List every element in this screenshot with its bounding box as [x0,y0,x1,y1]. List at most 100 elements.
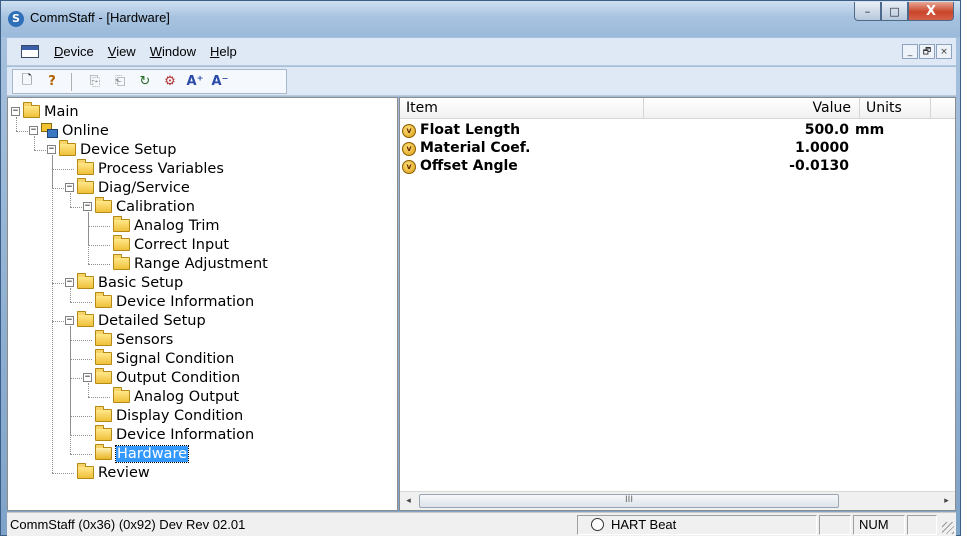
tree-item[interactable]: Correct Input [113,235,229,254]
list-row[interactable]: v Material Coef. 1.0000 [400,140,955,158]
tree-item-label: Review [98,464,150,481]
tree-item-label: Device Information [116,426,255,443]
tree-item-label: Hardware [114,444,190,463]
tree-connector [34,149,48,151]
tree-item[interactable]: Display Condition [95,406,243,425]
title-bar[interactable]: S CommStaff - [Hardware] – □ X [1,1,960,37]
menu-window[interactable]: Window [143,44,203,59]
column-separator[interactable] [930,98,931,119]
mdi-close-button[interactable]: × [936,44,952,59]
row-value: 500.0 [804,122,849,138]
folder-icon [95,406,112,422]
tree-item-label: Device Setup [80,141,177,158]
folder-icon [77,463,94,479]
column-units[interactable]: Units [866,100,902,116]
tree-connector [52,168,74,170]
menu-view-rest: iew [116,44,136,59]
tree-collapse-icon[interactable]: − [83,373,92,382]
status-heartbeat: HART Beat [611,517,677,532]
menu-view-mnemonic: V [107,44,117,59]
tree-item-label: Diag/Service [98,179,190,196]
tree-item[interactable]: − Detailed Setup [65,311,206,330]
tree-collapse-icon[interactable]: − [47,145,56,154]
variable-icon: v [402,160,416,174]
column-item[interactable]: Item [406,100,438,116]
status-bar: CommStaff (0x36) (0x92) Dev Rev 02.01 HA… [7,512,956,536]
font-increase-icon[interactable]: A⁺ [184,72,206,92]
tree-item-label: Basic Setup [98,274,184,291]
scroll-right-icon[interactable]: ▸ [938,492,955,510]
tree-collapse-icon[interactable]: − [65,278,74,287]
column-value[interactable]: Value [813,100,851,116]
refresh-icon[interactable]: ↻ [134,72,156,92]
horizontal-scrollbar[interactable]: ◂ III ▸ [400,491,955,510]
tree-item[interactable]: − Basic Setup [65,273,183,292]
menu-device[interactable]: Device [47,44,101,59]
list-row[interactable]: v Float Length 500.0 mm [400,122,955,140]
tree-item[interactable]: − Calibration [83,197,195,216]
resize-grip-icon[interactable] [942,522,954,534]
folder-icon [95,425,112,441]
disconnect-icon[interactable]: ⎘ [84,72,106,92]
tree-item[interactable]: − Device Setup [47,140,176,159]
tree-item[interactable]: Process Variables [77,159,224,178]
new-icon[interactable]: 🗋 [16,72,38,92]
tree-collapse-icon[interactable]: − [83,202,92,211]
tree-connector [16,130,30,132]
column-separator[interactable] [643,98,644,119]
tree-item[interactable]: Analog Output [113,387,239,406]
column-separator[interactable] [859,98,860,119]
help-icon[interactable]: ? [41,72,63,92]
menu-view[interactable]: View [101,44,143,59]
tree-item-label: Range Adjustment [134,255,268,272]
menu-help[interactable]: Help [203,44,244,59]
tree-item-label: Signal Condition [116,350,235,367]
tree-connector [88,263,110,265]
tree-collapse-icon[interactable]: − [65,316,74,325]
tree-collapse-icon[interactable]: − [29,126,38,135]
menu-bar: Device View Window Help _ 🗗 × [7,38,956,66]
tree-item[interactable]: Hardware [95,444,190,463]
tree-item[interactable]: Device Information [95,425,254,444]
tree-connector [70,453,92,455]
tree-item[interactable]: − Main [11,102,79,121]
maximize-button[interactable]: □ [881,2,908,21]
connect-icon[interactable]: ⎗ [109,72,131,92]
menu-device-mnemonic: D [54,44,64,59]
tree-item[interactable]: Review [77,463,150,482]
folder-icon [95,197,112,213]
caption-buttons: – □ X [854,2,954,21]
online-icon[interactable]: ⚙ [159,72,181,92]
mdi-minimize-button[interactable]: _ [902,44,918,59]
tree-connector [88,211,89,264]
tree-collapse-icon[interactable]: − [11,107,20,116]
tree-item[interactable]: − Diag/Service [65,178,190,197]
row-value: -0.0130 [789,158,849,174]
row-label: Offset Angle [420,158,518,174]
tree-item[interactable]: Signal Condition [95,349,234,368]
tree-item[interactable]: Range Adjustment [113,254,268,273]
tree-item-label: Main [44,103,79,120]
tree-item[interactable]: Analog Trim [113,216,220,235]
tree-item[interactable]: Sensors [95,330,173,349]
list-row[interactable]: v Offset Angle -0.0130 [400,158,955,176]
menu-window-rest: indow [161,44,196,59]
tree-item-label: Sensors [116,331,174,348]
tree-collapse-icon[interactable]: − [65,183,74,192]
tree-connector [70,358,92,360]
tree-item[interactable]: − Output Condition [83,368,240,387]
document-icon[interactable] [21,45,39,58]
font-decrease-icon[interactable]: A⁻ [209,72,231,92]
tree-item-label: Calibration [116,198,195,215]
close-button[interactable]: X [908,2,954,21]
mdi-restore-button[interactable]: 🗗 [919,44,935,59]
tree-item[interactable]: Device Information [95,292,254,311]
tree-view[interactable]: − Main − Online − Device Setup Process Variabl… [7,97,398,511]
minimize-button[interactable]: – [854,2,881,21]
list-view[interactable]: Item Value Units v Float Length 500.0 mm… [399,97,956,511]
tree-item-label: Output Condition [116,369,241,386]
folder-icon [113,387,130,403]
scroll-left-icon[interactable]: ◂ [400,492,417,510]
tree-item[interactable]: − Online [29,121,109,140]
scroll-thumb[interactable]: III [419,494,839,508]
